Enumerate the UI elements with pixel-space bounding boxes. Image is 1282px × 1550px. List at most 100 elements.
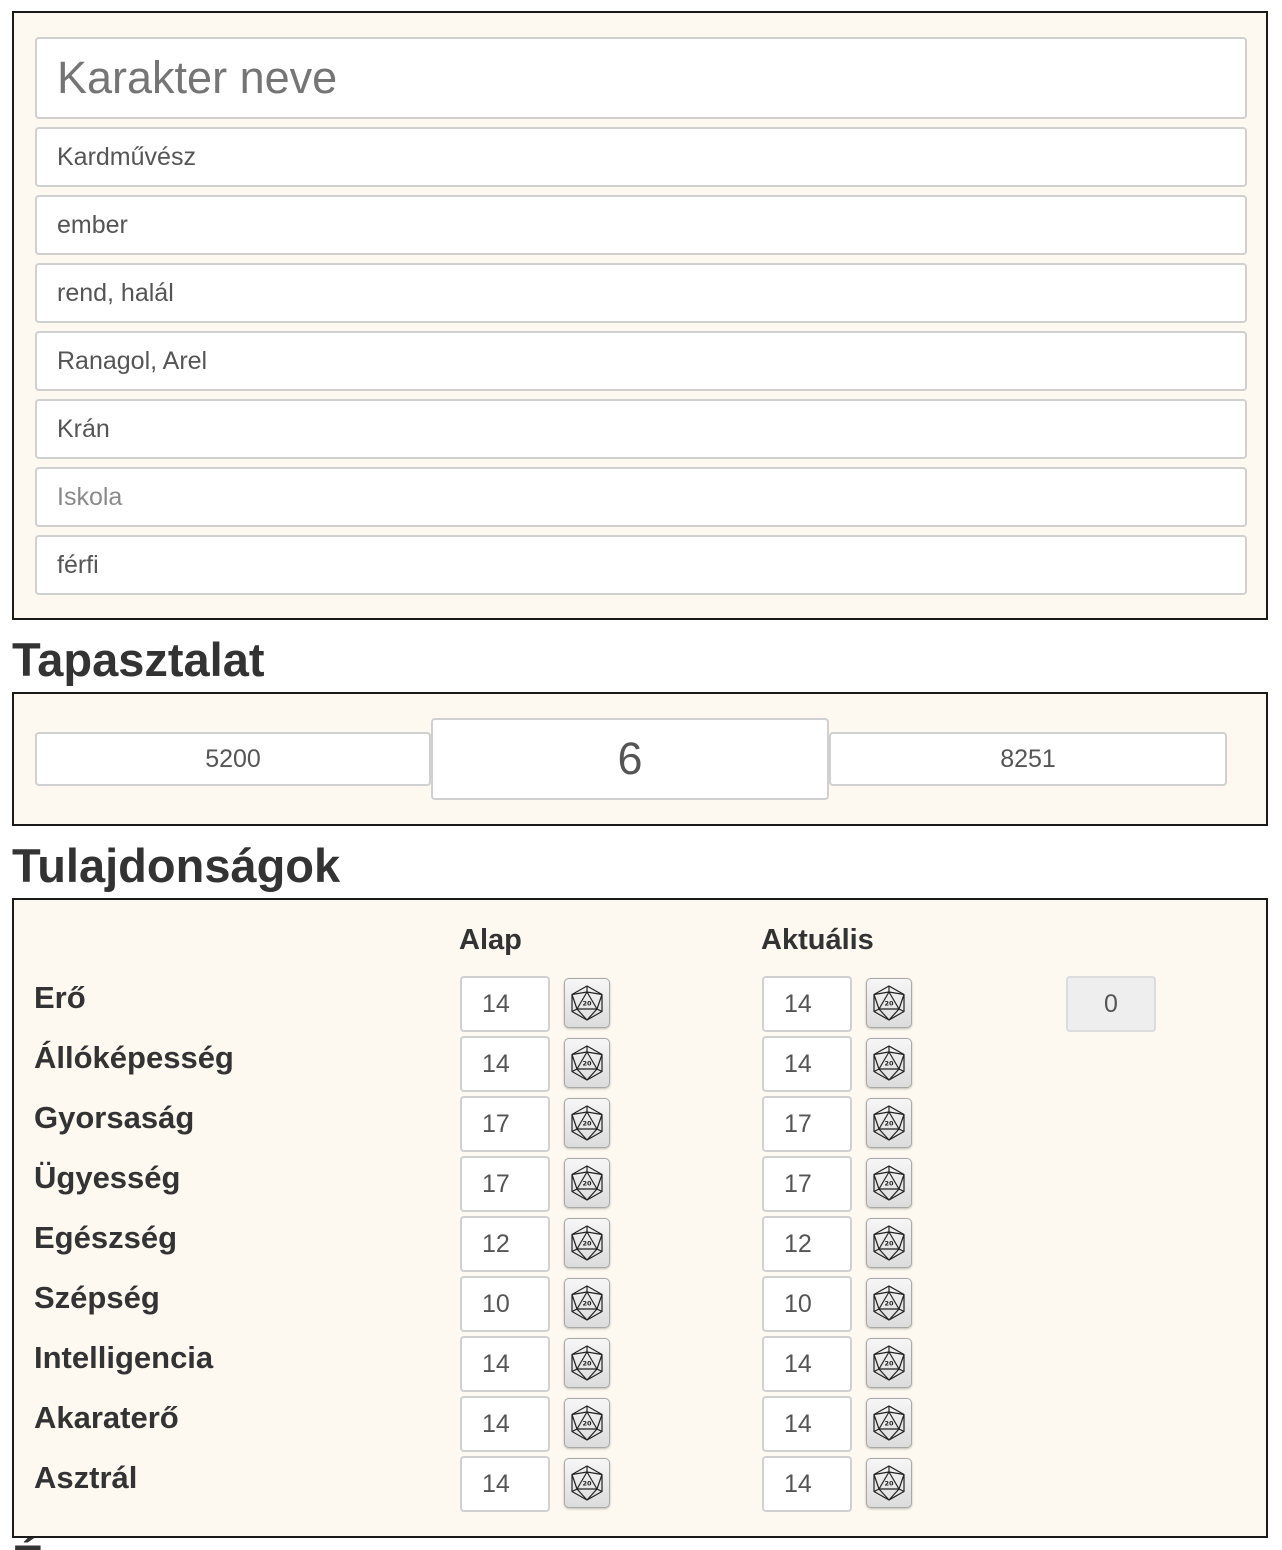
d20-icon: 20 xyxy=(871,1044,907,1082)
attribute-row: Akaraterő 20 20 xyxy=(14,1396,1266,1452)
gender-input[interactable] xyxy=(35,535,1247,595)
attribute-row: Egészség 20 20 xyxy=(14,1216,1266,1272)
current-value-input[interactable] xyxy=(762,1096,852,1152)
next-level-xp-input[interactable] xyxy=(829,732,1227,786)
roll-current-button[interactable]: 20 xyxy=(866,1158,912,1208)
religion-input[interactable] xyxy=(35,331,1247,391)
d20-icon: 20 xyxy=(871,1284,907,1322)
character-name-input[interactable] xyxy=(35,37,1247,119)
roll-base-button[interactable]: 20 xyxy=(564,1338,610,1388)
d20-icon: 20 xyxy=(569,1164,605,1202)
attributes-panel: Alap Aktuális 0 Erő2020Állóképesség2020G… xyxy=(12,898,1268,1538)
current-xp-input[interactable] xyxy=(35,732,431,786)
current-value-input[interactable] xyxy=(762,1336,852,1392)
svg-text:20: 20 xyxy=(582,1120,592,1128)
d20-icon: 20 xyxy=(871,1464,907,1502)
current-value-input[interactable] xyxy=(762,976,852,1032)
base-value-input[interactable] xyxy=(460,1096,550,1152)
svg-text:20: 20 xyxy=(582,1000,592,1008)
svg-text:20: 20 xyxy=(582,1300,592,1308)
svg-text:20: 20 xyxy=(582,1180,592,1188)
svg-text:20: 20 xyxy=(582,1060,592,1068)
d20-icon: 20 xyxy=(569,1104,605,1142)
roll-current-button[interactable]: 20 xyxy=(866,1218,912,1268)
attribute-label: Akaraterő xyxy=(34,1400,179,1435)
roll-base-button[interactable]: 20 xyxy=(564,978,610,1028)
base-value-input[interactable] xyxy=(460,1156,550,1212)
d20-icon: 20 xyxy=(871,984,907,1022)
base-value-input[interactable] xyxy=(460,1456,550,1512)
attribute-label: Erő xyxy=(34,980,86,1015)
d20-icon: 20 xyxy=(569,1044,605,1082)
roll-base-button[interactable]: 20 xyxy=(564,1218,610,1268)
roll-base-button[interactable]: 20 xyxy=(564,1038,610,1088)
roll-base-button[interactable]: 20 xyxy=(564,1158,610,1208)
class-input[interactable] xyxy=(35,127,1247,187)
base-value-input[interactable] xyxy=(460,1336,550,1392)
attribute-label: Asztrál xyxy=(34,1460,138,1495)
attribute-label: Intelligencia xyxy=(34,1340,214,1375)
attribute-row: Ügyesség 20 20 xyxy=(14,1156,1266,1212)
d20-icon: 20 xyxy=(569,1464,605,1502)
base-column-header: Alap xyxy=(459,924,522,956)
base-value-input[interactable] xyxy=(460,1396,550,1452)
d20-icon: 20 xyxy=(871,1164,907,1202)
current-value-input[interactable] xyxy=(762,1156,852,1212)
attribute-row: Erő 20 20 xyxy=(14,976,1266,1032)
current-value-input[interactable] xyxy=(762,1276,852,1332)
current-value-input[interactable] xyxy=(762,1456,852,1512)
character-identity-panel xyxy=(12,11,1268,620)
current-column-header: Aktuális xyxy=(761,924,874,956)
svg-text:20: 20 xyxy=(582,1480,592,1488)
alignment-input[interactable] xyxy=(35,263,1247,323)
experience-panel xyxy=(12,692,1268,826)
d20-icon: 20 xyxy=(569,1344,605,1382)
current-value-input[interactable] xyxy=(762,1396,852,1452)
current-value-input[interactable] xyxy=(762,1036,852,1092)
roll-current-button[interactable]: 20 xyxy=(866,978,912,1028)
race-input[interactable] xyxy=(35,195,1247,255)
roll-current-button[interactable]: 20 xyxy=(866,1278,912,1328)
roll-base-button[interactable]: 20 xyxy=(564,1098,610,1148)
attribute-label: Egészség xyxy=(34,1220,178,1255)
d20-icon: 20 xyxy=(569,984,605,1022)
d20-icon: 20 xyxy=(871,1104,907,1142)
attribute-label: Szépség xyxy=(34,1280,160,1315)
roll-current-button[interactable]: 20 xyxy=(866,1398,912,1448)
svg-text:20: 20 xyxy=(884,1240,894,1248)
svg-text:20: 20 xyxy=(582,1360,592,1368)
level-input[interactable] xyxy=(431,718,829,800)
svg-text:20: 20 xyxy=(884,1000,894,1008)
svg-text:20: 20 xyxy=(884,1300,894,1308)
base-value-input[interactable] xyxy=(460,1036,550,1092)
d20-icon: 20 xyxy=(871,1224,907,1262)
attributes-heading: Tulajdonságok xyxy=(12,839,341,892)
roll-current-button[interactable]: 20 xyxy=(866,1458,912,1508)
base-value-input[interactable] xyxy=(460,976,550,1032)
roll-current-button[interactable]: 20 xyxy=(866,1098,912,1148)
svg-text:20: 20 xyxy=(582,1420,592,1428)
attribute-row: Intelligencia 20 20 xyxy=(14,1336,1266,1392)
base-value-input[interactable] xyxy=(460,1276,550,1332)
d20-icon: 20 xyxy=(569,1224,605,1262)
homeland-input[interactable] xyxy=(35,399,1247,459)
roll-current-button[interactable]: 20 xyxy=(866,1338,912,1388)
attribute-row: Gyorsaság 20 20 xyxy=(14,1096,1266,1152)
d20-icon: 20 xyxy=(569,1404,605,1442)
school-input[interactable] xyxy=(35,467,1247,527)
d20-icon: 20 xyxy=(871,1344,907,1382)
svg-text:20: 20 xyxy=(884,1060,894,1068)
roll-base-button[interactable]: 20 xyxy=(564,1278,610,1328)
attribute-label: Állóképesség xyxy=(34,1040,234,1075)
current-value-input[interactable] xyxy=(762,1216,852,1272)
attribute-label: Gyorsaság xyxy=(34,1100,195,1135)
roll-base-button[interactable]: 20 xyxy=(564,1458,610,1508)
next-section-heading: É xyxy=(12,1538,43,1550)
roll-current-button[interactable]: 20 xyxy=(866,1038,912,1088)
base-value-input[interactable] xyxy=(460,1216,550,1272)
roll-base-button[interactable]: 20 xyxy=(564,1398,610,1448)
svg-text:20: 20 xyxy=(884,1360,894,1368)
svg-text:20: 20 xyxy=(884,1120,894,1128)
attribute-label: Ügyesség xyxy=(34,1160,181,1195)
d20-icon: 20 xyxy=(871,1404,907,1442)
